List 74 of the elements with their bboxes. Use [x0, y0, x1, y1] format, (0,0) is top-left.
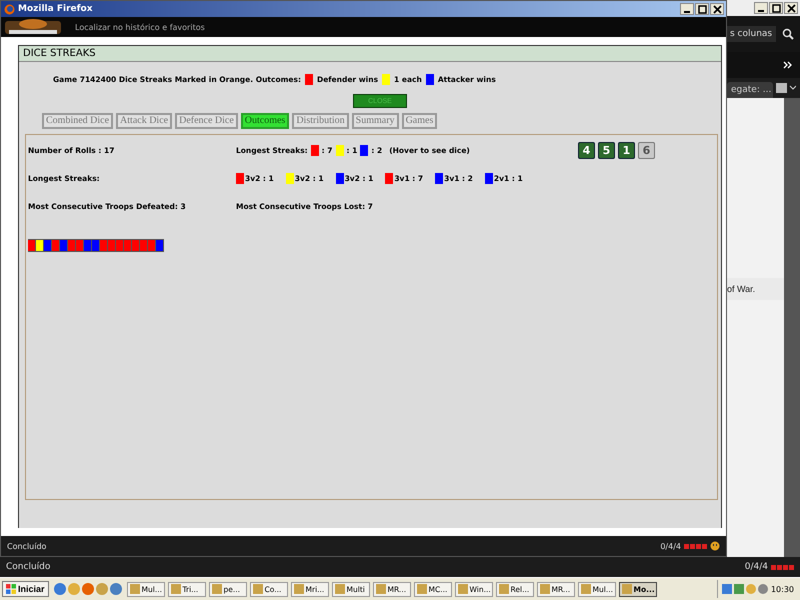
outcome-cell[interactable]	[156, 239, 164, 252]
die[interactable]: 1	[618, 142, 635, 158]
clock: 10:30	[770, 584, 794, 594]
outcome-cell[interactable]	[84, 239, 92, 252]
close-button[interactable]	[710, 3, 724, 15]
die[interactable]: 4	[578, 142, 595, 158]
outcome-cell[interactable]	[116, 239, 124, 252]
start-button[interactable]: Iniciar	[2, 581, 49, 597]
window-icon	[622, 584, 632, 594]
indicator-icon	[771, 564, 794, 570]
outcome-cell[interactable]	[36, 239, 44, 252]
status-text: Concluído	[6, 562, 50, 572]
window-icon	[252, 584, 263, 594]
outcome-cell[interactable]	[100, 239, 108, 252]
search-field[interactable]: s colunas	[727, 26, 776, 42]
window-icon	[212, 584, 222, 594]
window-icon	[498, 584, 509, 594]
launcher-icon[interactable]	[96, 583, 108, 595]
outcome-cell[interactable]	[52, 239, 60, 252]
die[interactable]: 6	[638, 142, 655, 158]
maximize-icon	[698, 4, 706, 14]
indicator-icon	[684, 544, 707, 548]
close-icon	[712, 4, 722, 14]
maximize-button[interactable]	[695, 3, 709, 15]
close-icon	[786, 4, 796, 12]
launcher-icon[interactable]	[68, 583, 80, 595]
tab[interactable]: Outcomes	[240, 113, 290, 129]
logo-drawing	[5, 18, 61, 36]
outcome-cell[interactable]	[44, 239, 52, 252]
search-icon[interactable]	[782, 28, 794, 40]
address-field[interactable]: Localizar no histórico e favoritos	[75, 22, 205, 32]
window-icon	[334, 584, 345, 594]
outcome-cell[interactable]	[68, 239, 76, 252]
maximize-button[interactable]	[769, 2, 783, 14]
window-title: Mozilla Firefox	[18, 4, 93, 14]
window-icon	[540, 584, 550, 594]
outcome-cell[interactable]	[124, 239, 132, 252]
page-text: of War.	[727, 278, 784, 300]
minimize-button[interactable]	[680, 3, 694, 15]
tab[interactable]: Defence Dice	[175, 113, 238, 129]
browser-icon	[4, 4, 15, 14]
dialog-title: DICE STREAKS	[19, 46, 721, 62]
window-icon	[294, 584, 304, 594]
maximize-icon	[772, 4, 780, 12]
scrollbar[interactable]	[784, 98, 800, 557]
window-icon	[130, 584, 140, 594]
counter-text: 0/4/4	[744, 562, 768, 572]
window-icon	[580, 584, 591, 594]
outcome-cell[interactable]	[148, 239, 156, 252]
outcome-cell[interactable]	[140, 239, 148, 252]
browser-tab[interactable]: egate: ...	[727, 82, 773, 98]
window-icon	[458, 584, 468, 594]
outcome-cell[interactable]	[92, 239, 100, 252]
minimize-button[interactable]	[754, 2, 768, 14]
outcome-cell[interactable]	[108, 239, 116, 252]
window-icon	[416, 584, 427, 594]
launcher-icon[interactable]	[82, 583, 94, 595]
tray-icons-drawing[interactable]	[722, 583, 768, 595]
window-icon	[170, 584, 181, 594]
smiley-icon[interactable]	[710, 541, 720, 551]
outcome-cell[interactable]	[132, 239, 140, 252]
counter-text: 0/4/4	[660, 542, 681, 550]
window-icon	[376, 584, 386, 594]
outcome-cell[interactable]	[76, 239, 84, 252]
launcher-icon[interactable]	[54, 583, 66, 595]
page-icon[interactable]	[776, 82, 796, 94]
status-text: Concluído	[7, 542, 46, 550]
outcome-cell[interactable]	[28, 239, 36, 252]
launcher-icon[interactable]	[110, 583, 122, 595]
die[interactable]: 5	[598, 142, 615, 158]
chevron-icon[interactable]	[783, 61, 792, 69]
outcome-cell[interactable]	[60, 239, 68, 252]
close-button[interactable]	[784, 2, 798, 14]
four-squares-icon	[6, 584, 16, 594]
